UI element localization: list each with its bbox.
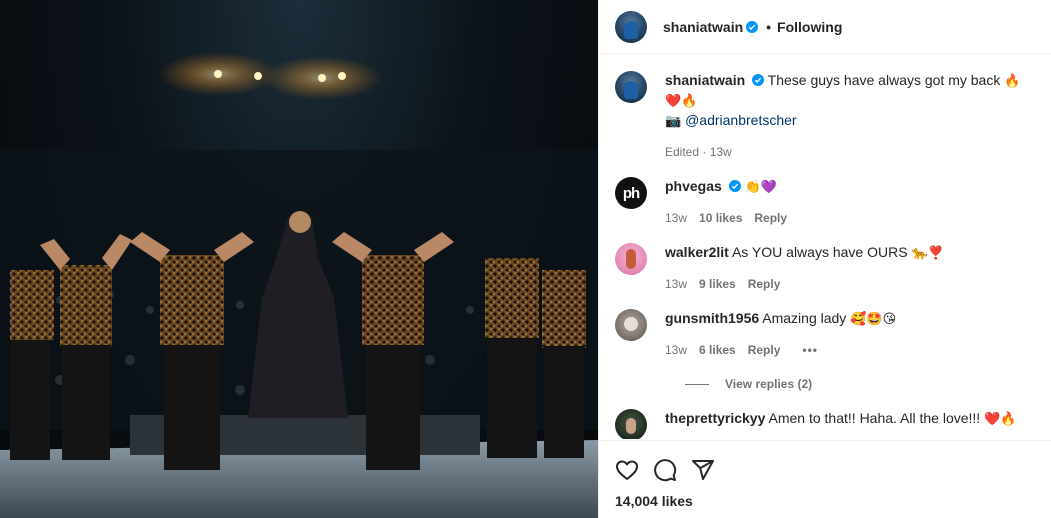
comment-likes[interactable]: 9 likes <box>699 277 736 291</box>
verified-icon <box>752 74 765 86</box>
view-replies-label: View replies (2) <box>725 377 813 391</box>
share-icon[interactable] <box>691 458 715 482</box>
likes-count[interactable]: 14,004 likes <box>615 493 1035 509</box>
comment-likes[interactable]: 10 likes <box>699 211 742 225</box>
comments-list[interactable]: shaniatwain These guys have always got m… <box>599 55 1051 439</box>
list-item: theprettyrickyy Amen to that!! Haha. All… <box>615 409 1035 439</box>
mention-link[interactable]: @adrianbretscher <box>685 112 797 128</box>
divider <box>685 383 709 385</box>
username-link[interactable]: walker2lit <box>665 244 729 260</box>
comment-emoji: 🐆❣️ <box>911 246 944 261</box>
verified-icon <box>746 20 759 33</box>
username-link[interactable]: gunsmith1956 <box>665 310 759 326</box>
post-photo[interactable] <box>0 0 598 518</box>
reply-button[interactable]: Reply <box>754 211 787 225</box>
list-item: ph phvegas 👏💜 13w 10 likes Reply <box>615 177 1035 225</box>
username-link[interactable]: phvegas <box>665 178 722 194</box>
reply-button[interactable]: Reply <box>748 343 781 357</box>
username-link[interactable]: theprettyrickyy <box>665 410 765 426</box>
comment-age: 13w <box>665 343 688 357</box>
avatar[interactable] <box>615 243 647 275</box>
post-header: shaniatwain • Following <box>599 0 1051 54</box>
comment-age: 13w <box>665 211 688 225</box>
ellipsis-icon[interactable]: ••• <box>802 343 818 357</box>
concert-stage-image <box>0 52 598 518</box>
post-actions: 14,004 likes <box>599 440 1051 518</box>
view-replies-button[interactable]: View replies (2) <box>685 377 1035 391</box>
avatar[interactable] <box>615 409 647 439</box>
heart-icon[interactable] <box>615 458 639 482</box>
caption-text: These guys have always got my back <box>767 72 1001 88</box>
username-link[interactable]: shaniatwain <box>665 72 745 88</box>
post-side-panel: shaniatwain • Following shaniatwain Thes… <box>598 0 1051 518</box>
list-item: gunsmith1956 Amazing lady 🥰🤩😘 13w 6 like… <box>615 309 1035 357</box>
avatar[interactable]: ph <box>615 177 647 209</box>
comment-text: Amazing lady <box>762 310 847 326</box>
username-link[interactable]: shaniatwain <box>663 19 743 35</box>
comment-age: 13w <box>665 277 688 291</box>
comment-text: Amen to that!! Haha. All the love!!! <box>768 410 981 426</box>
avatar[interactable] <box>615 309 647 341</box>
avatar[interactable] <box>615 71 647 103</box>
comment-likes[interactable]: 6 likes <box>699 343 736 357</box>
caption: shaniatwain These guys have always got m… <box>615 71 1035 159</box>
following-button[interactable]: Following <box>777 19 842 35</box>
camera-emoji: 📷 <box>665 114 682 129</box>
comment-icon[interactable] <box>653 458 677 482</box>
reply-button[interactable]: Reply <box>748 277 781 291</box>
comment-emoji: 👏💜 <box>744 180 777 195</box>
verified-icon <box>728 180 741 192</box>
comment-text: As YOU always have OURS <box>731 244 908 260</box>
comment-emoji: 🥰🤩😘 <box>850 312 897 327</box>
list-item: walker2lit As YOU always have OURS 🐆❣️ 1… <box>615 243 1035 291</box>
separator-dot: • <box>766 18 772 35</box>
edited-timestamp: Edited · 13w <box>665 145 732 159</box>
comment-emoji: ❤️🔥 <box>984 412 1017 427</box>
avatar[interactable] <box>615 10 647 43</box>
